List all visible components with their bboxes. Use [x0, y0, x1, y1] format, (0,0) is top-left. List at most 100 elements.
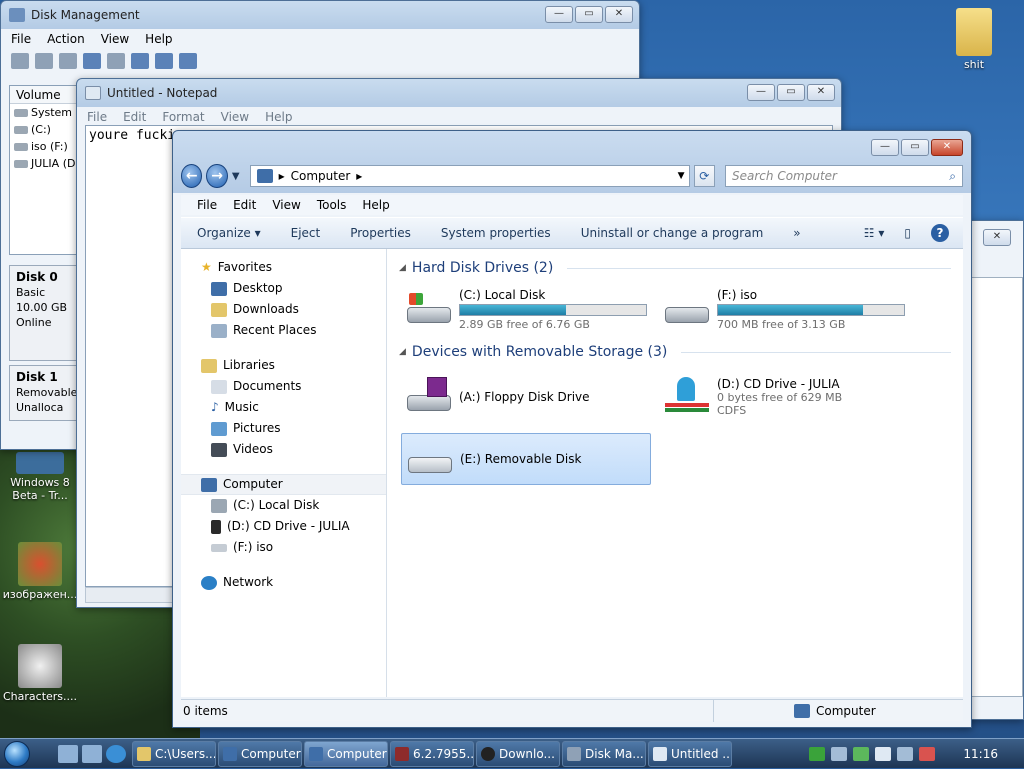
taskbar-button-active[interactable]: Computer — [304, 740, 388, 767]
desktop-icon-characters[interactable]: Characters.... — [0, 644, 80, 703]
menu-format[interactable]: Format — [162, 110, 204, 124]
list-item[interactable]: iso (F:) — [10, 138, 78, 155]
menu-file[interactable]: File — [87, 110, 107, 124]
nav-drive-f[interactable]: (F:) iso — [181, 537, 386, 558]
taskbar-button[interactable]: C:\Users... — [132, 740, 216, 767]
network-tray-icon[interactable] — [897, 746, 914, 761]
volume-list[interactable]: Volume System R (C:) iso (F:) JULIA (D: — [9, 85, 83, 255]
help-icon[interactable] — [83, 53, 101, 69]
title-bar[interactable]: Untitled - Notepad — ▭ ✕ — [77, 79, 841, 107]
taskbar-button[interactable]: Computer — [218, 740, 302, 767]
nav-drive-c[interactable]: (C:) Local Disk — [181, 495, 386, 516]
disk-0-panel[interactable]: Disk 0 Basic 10.00 GB Online — [9, 265, 79, 361]
download-tray-icon[interactable] — [809, 746, 826, 761]
menu-edit[interactable]: Edit — [233, 198, 256, 212]
desktop-icon-image[interactable]: изображен... — [0, 542, 80, 601]
refresh-button[interactable]: ⟳ — [693, 165, 716, 187]
list-item[interactable]: (C:) — [10, 121, 78, 138]
nav-recent-places[interactable]: Recent Places — [181, 320, 386, 341]
breadcrumb-computer[interactable]: Computer — [291, 169, 351, 183]
taskbar-button[interactable]: Untitled ... — [648, 740, 732, 767]
close-button[interactable]: ✕ — [983, 229, 1011, 246]
menu-tools[interactable]: Tools — [317, 198, 347, 212]
taskbar-button[interactable]: Downlo... — [476, 740, 560, 767]
document-tray-icon[interactable] — [831, 746, 848, 761]
show-desktop-icon[interactable] — [58, 744, 78, 763]
group-header-removable[interactable]: ◢ Devices with Removable Storage (3) — [399, 341, 951, 363]
system-properties-button[interactable]: System properties — [441, 226, 551, 240]
minimize-button[interactable]: — — [871, 139, 899, 156]
title-bar[interactable]: Disk Management — ▭ ✕ — [1, 1, 639, 29]
console-tree-icon[interactable] — [59, 53, 77, 69]
nav-videos[interactable]: Videos — [181, 439, 386, 460]
list-icon[interactable] — [107, 53, 125, 69]
maximize-button[interactable]: ▭ — [777, 84, 805, 101]
nav-drive-d[interactable]: (D:) CD Drive - JULIA — [181, 516, 386, 537]
action-center-flag-icon[interactable] — [875, 746, 892, 761]
drive-tile-f[interactable]: (F:) iso 700 MB free of 3.13 GB — [659, 283, 909, 335]
settings-icon[interactable] — [179, 53, 197, 69]
collapse-icon[interactable]: ◢ — [399, 347, 406, 357]
start-button[interactable] — [0, 739, 34, 769]
close-button[interactable]: ✕ — [807, 84, 835, 101]
refresh-icon[interactable] — [131, 53, 149, 69]
explorer-window[interactable]: — ▭ ✕ ← → ▼ ▸ Computer ▸ ▼ ⟳ Search Comp… — [172, 130, 972, 728]
menu-edit[interactable]: Edit — [123, 110, 146, 124]
nav-pictures[interactable]: Pictures — [181, 418, 386, 439]
menu-file[interactable]: File — [11, 32, 31, 46]
clock[interactable]: 11:16 — [963, 747, 998, 761]
properties-icon[interactable] — [155, 53, 173, 69]
menu-help[interactable]: Help — [145, 32, 172, 46]
eject-button[interactable]: Eject — [291, 226, 321, 240]
nav-documents[interactable]: Documents — [181, 376, 386, 397]
menu-help[interactable]: Help — [362, 198, 389, 212]
drive-tile-a[interactable]: (A:) Floppy Disk Drive — [401, 367, 651, 427]
internet-explorer-icon[interactable] — [106, 744, 126, 763]
minimize-button[interactable]: — — [545, 6, 573, 23]
desktop-icon-folder[interactable]: shit — [934, 8, 1014, 71]
menu-view[interactable]: View — [221, 110, 249, 124]
nav-computer[interactable]: Computer — [181, 474, 386, 495]
address-dropdown-icon[interactable]: ▼ — [678, 171, 689, 181]
close-button[interactable]: ✕ — [931, 139, 963, 156]
menu-view[interactable]: View — [101, 32, 129, 46]
forward-button[interactable]: → — [206, 164, 228, 188]
nav-downloads[interactable]: Downloads — [181, 299, 386, 320]
maximize-button[interactable]: ▭ — [575, 6, 603, 23]
nav-libraries[interactable]: Libraries — [181, 355, 386, 376]
uninstall-program-button[interactable]: Uninstall or change a program — [581, 226, 764, 240]
taskbar-button[interactable]: 6.2.7955.... — [390, 740, 474, 767]
disk-1-panel[interactable]: Disk 1 Removable Unalloca — [9, 365, 79, 421]
address-bar[interactable]: ▸ Computer ▸ ▼ — [249, 165, 690, 187]
forward-icon[interactable] — [35, 53, 53, 69]
nav-desktop[interactable]: Desktop — [181, 278, 386, 299]
drive-tile-c[interactable]: (C:) Local Disk 2.89 GB free of 6.76 GB — [401, 283, 651, 335]
list-item[interactable]: JULIA (D: — [10, 155, 79, 172]
group-header-hard-disks[interactable]: ◢ Hard Disk Drives (2) — [399, 257, 951, 279]
maximize-button[interactable]: ▭ — [901, 139, 929, 156]
nav-favorites[interactable]: ★ Favorites — [181, 257, 386, 278]
menu-help[interactable]: Help — [265, 110, 292, 124]
search-input[interactable]: Search Computer ⌕ — [725, 165, 964, 187]
more-commands-button[interactable]: » — [793, 226, 800, 240]
drive-tile-e[interactable]: (E:) Removable Disk — [401, 433, 651, 485]
column-header-volume[interactable]: Volume — [10, 86, 78, 104]
list-item[interactable]: System R — [10, 104, 83, 121]
preview-pane-icon[interactable]: ▯ — [904, 226, 911, 240]
properties-button[interactable]: Properties — [350, 226, 411, 240]
menu-view[interactable]: View — [272, 198, 300, 212]
breadcrumb-arrow-icon[interactable]: ▸ — [356, 169, 362, 183]
nav-network[interactable]: Network — [181, 572, 386, 593]
close-button[interactable]: ✕ — [605, 6, 633, 23]
organize-button[interactable]: Organize ▾ — [197, 226, 261, 240]
volume-muted-icon[interactable] — [919, 746, 936, 761]
switch-windows-icon[interactable] — [82, 744, 102, 763]
desktop-icon-win8[interactable]: Windows 8 Beta - Tr... — [0, 452, 80, 502]
help-icon[interactable]: ? — [931, 224, 949, 242]
taskbar-button[interactable]: Disk Ma... — [562, 740, 646, 767]
view-options-icon[interactable]: ☷ ▾ — [864, 226, 885, 240]
drive-tile-d[interactable]: (D:) CD Drive - JULIA 0 bytes free of 62… — [659, 367, 909, 427]
collapse-icon[interactable]: ◢ — [399, 263, 406, 273]
menu-file[interactable]: File — [197, 198, 217, 212]
nav-music[interactable]: ♪ Music — [181, 397, 386, 418]
